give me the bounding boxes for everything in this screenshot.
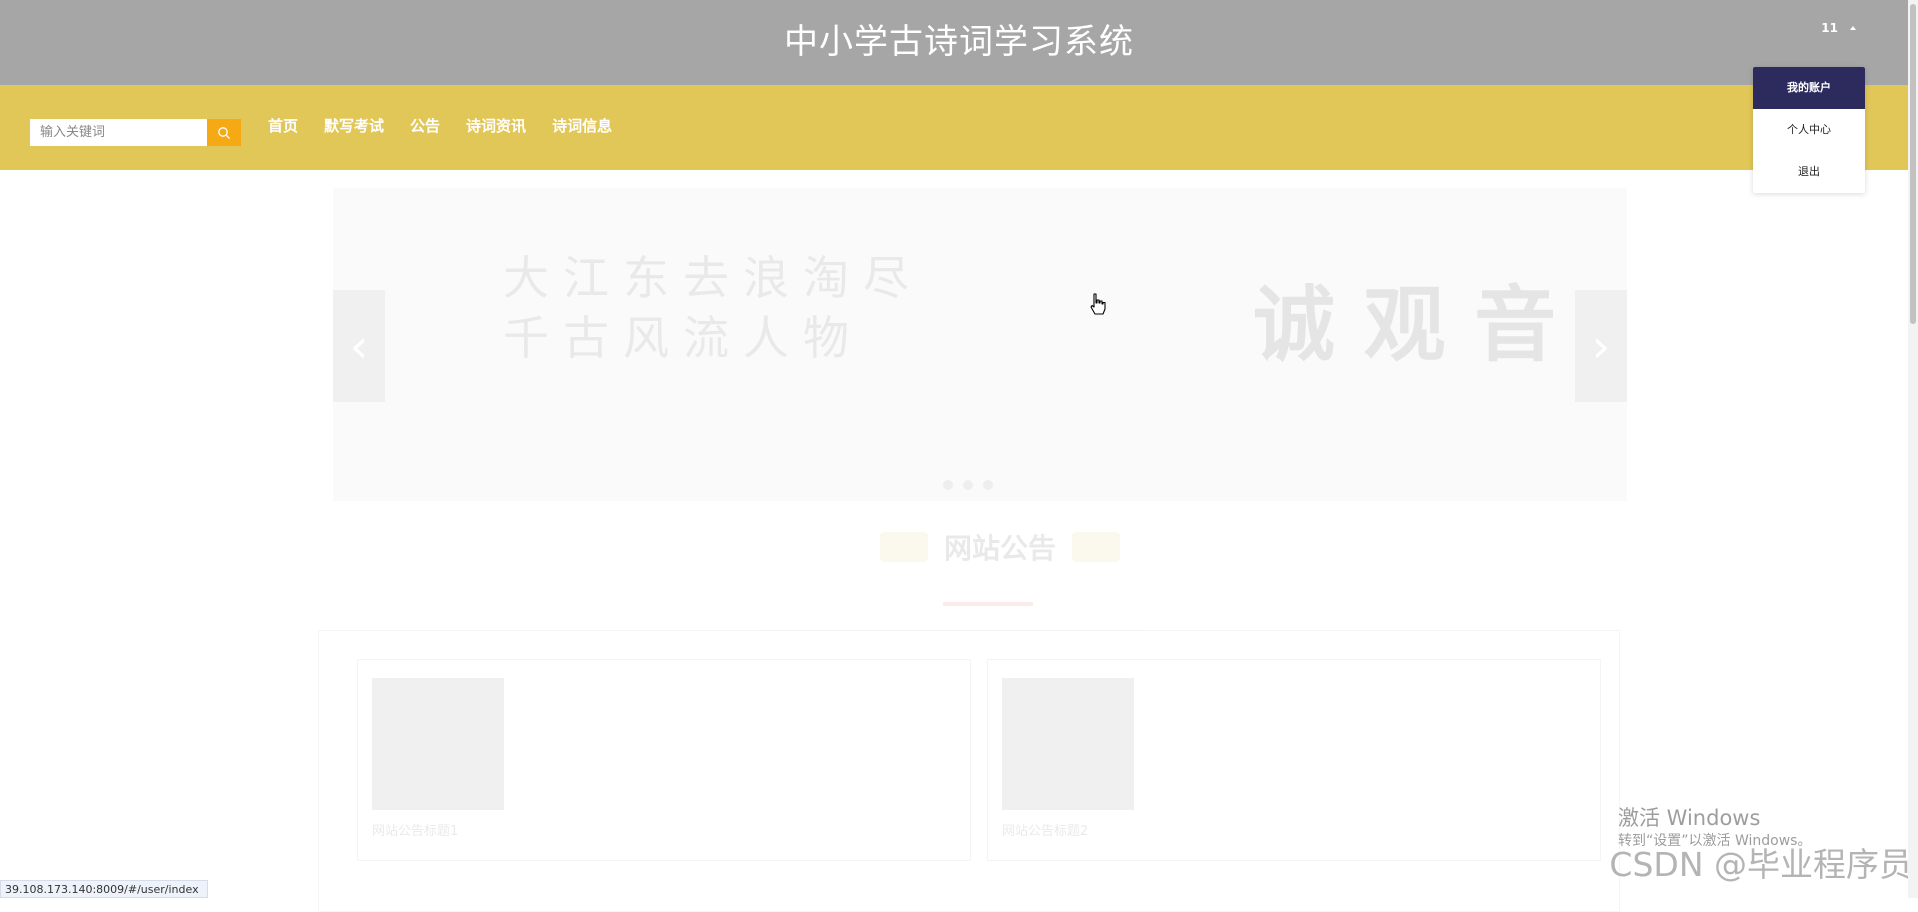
carousel-indicators [943, 480, 993, 490]
notice-card-title: 网站公告标题2 [1002, 824, 1089, 839]
main-nav: 首页 默写考试 公告 诗词资讯 诗词信息 [268, 115, 612, 137]
calligraphy-line: 千古风流人物 [503, 311, 863, 365]
carousel-dot[interactable] [963, 480, 973, 490]
activation-title: 激活 Windows [1618, 806, 1761, 830]
banner-carousel: 大江东去浪淘尽 千古风流人物 诚 观 音 ‹ › [333, 188, 1627, 501]
notice-card-title: 网站公告标题1 [372, 824, 459, 839]
search-input[interactable] [30, 119, 207, 146]
nav-item-home[interactable]: 首页 [268, 115, 298, 137]
user-menu-toggle[interactable]: 11 [1821, 21, 1856, 35]
scrollbar-thumb[interactable] [1910, 4, 1916, 324]
section-underline [943, 602, 1033, 606]
nav-item-poetry-info[interactable]: 诗词信息 [552, 115, 612, 137]
site-title: 中小学古诗词学习系统 [784, 22, 1134, 62]
nav-item-announcements[interactable]: 公告 [410, 115, 440, 137]
username: 11 [1821, 21, 1838, 35]
chevron-left-icon: ‹ [349, 319, 369, 373]
notice-thumbnail [1002, 678, 1134, 810]
decoration-icon [879, 532, 928, 562]
notice-card[interactable]: 网站公告标题2 [987, 659, 1601, 861]
status-bar-url: 39.108.173.140:8009/#/user/index [0, 880, 208, 898]
menu-item-my-account[interactable]: 我的账户 [1753, 67, 1865, 109]
carousel-dot[interactable] [943, 480, 953, 490]
notice-section-title: 网站公告 [943, 532, 1056, 565]
caret-up-icon [1850, 26, 1856, 30]
notice-section-header: 网站公告 [860, 522, 1140, 572]
banner-calligraphy: 大江东去浪淘尽 千古风流人物 [503, 248, 923, 368]
menu-item-personal-center[interactable]: 个人中心 [1753, 109, 1865, 151]
notice-thumbnail [372, 678, 504, 810]
chevron-right-icon: › [1591, 319, 1611, 373]
hand-cursor-icon [1090, 293, 1106, 315]
main-content: 大江东去浪淘尽 千古风流人物 诚 观 音 ‹ › 网站公告 网站公告标题1 网站… [0, 170, 1918, 912]
search-button[interactable] [207, 119, 241, 146]
search-box [30, 119, 241, 146]
nav-item-dictation-exam[interactable]: 默写考试 [324, 115, 384, 137]
carousel-dot[interactable] [983, 480, 993, 490]
csdn-watermark: CSDN @毕业程序员 [1609, 845, 1912, 884]
carousel-next-button[interactable]: › [1575, 290, 1627, 402]
user-dropdown-menu: 我的账户 个人中心 退出 [1753, 67, 1865, 193]
search-icon [218, 126, 231, 139]
notice-list: 网站公告标题1 网站公告标题2 [318, 630, 1620, 912]
banner-title: 诚 观 音 [1253, 277, 1557, 373]
page-scrollbar[interactable] [1908, 0, 1918, 898]
notice-card[interactable]: 网站公告标题1 [357, 659, 971, 861]
menu-item-logout[interactable]: 退出 [1753, 151, 1865, 193]
decoration-icon [1072, 532, 1120, 562]
nav-bar: 首页 默写考试 公告 诗词资讯 诗词信息 [0, 85, 1918, 170]
carousel-prev-button[interactable]: ‹ [333, 290, 385, 402]
top-header: 中小学古诗词学习系统 11 [0, 0, 1918, 85]
nav-item-poetry-news[interactable]: 诗词资讯 [466, 115, 526, 137]
calligraphy-line: 大江东去浪淘尽 [503, 251, 923, 305]
